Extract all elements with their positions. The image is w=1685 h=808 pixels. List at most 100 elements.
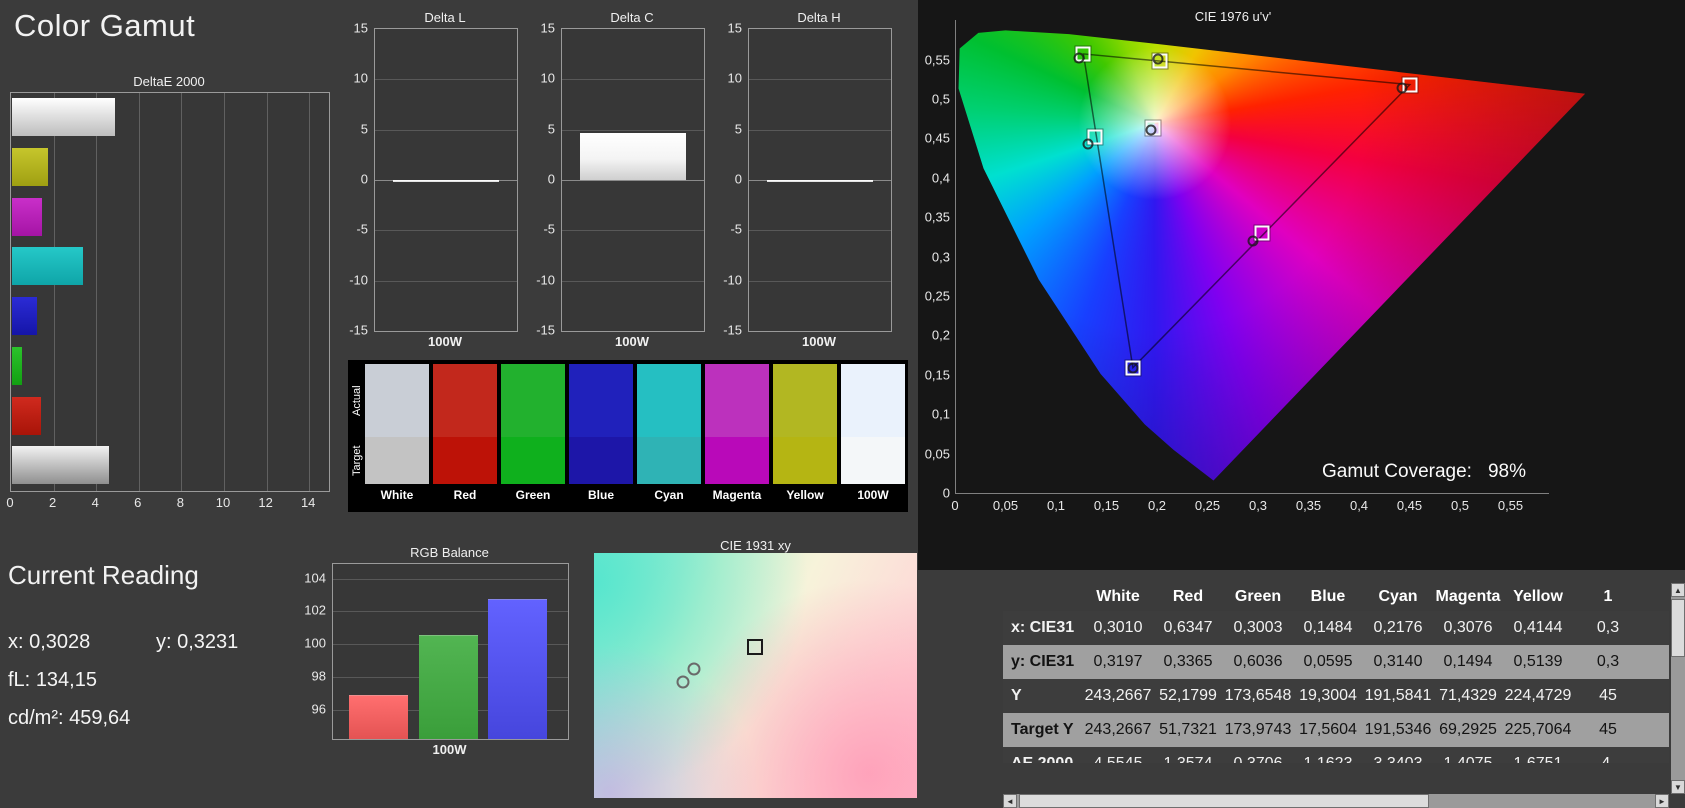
table-header-cell: Blue xyxy=(1293,588,1363,606)
table-cell: 0,3706 xyxy=(1223,755,1293,763)
swatch-actual xyxy=(705,364,769,437)
table-cell: 69,2925 xyxy=(1433,721,1503,739)
swatch-actual xyxy=(501,364,565,437)
reading-cd-value: 459,64 xyxy=(69,707,130,729)
deltae-x-tick: 4 xyxy=(92,495,99,510)
swatch-actual xyxy=(773,364,837,437)
delta-gridline xyxy=(562,79,704,80)
rgb-yaxis: 1041021009896 xyxy=(300,563,328,738)
delta-gridline xyxy=(562,281,704,282)
swatch-label: Magenta xyxy=(705,484,769,506)
table-cell: 71,4329 xyxy=(1433,687,1503,705)
delta-chart-1: Delta L151050-5-10-15100W xyxy=(346,2,516,354)
cie76-x-axis-line xyxy=(955,493,1549,494)
delta-chart-plot xyxy=(374,28,518,332)
scroll-up-icon[interactable]: ▲ xyxy=(1671,583,1685,597)
vertical-scroll-track[interactable] xyxy=(1671,597,1685,780)
table-cell: 3,3403 xyxy=(1363,755,1433,763)
table-cell: 51,7321 xyxy=(1153,721,1223,739)
scroll-right-icon[interactable]: ► xyxy=(1655,794,1669,808)
table-cell: 4,5545 xyxy=(1083,755,1153,763)
delta-y-tick: 10 xyxy=(728,71,742,86)
table-cell: 0,3197 xyxy=(1083,653,1153,671)
delta-y-tick: -5 xyxy=(730,222,742,237)
table-cell: 0,3 xyxy=(1573,653,1643,671)
cie76-markers xyxy=(955,20,1612,493)
table-cell: 0,6036 xyxy=(1223,653,1293,671)
horizontal-scroll-thumb[interactable] xyxy=(1019,794,1429,808)
rgb-plot xyxy=(332,563,569,740)
table-row[interactable]: y: CIE310,31970,33650,60360,05950,31400,… xyxy=(1003,645,1669,679)
swatch-actual xyxy=(365,364,429,437)
delta-y-tick: 0 xyxy=(548,172,555,187)
swatch-target xyxy=(705,437,769,484)
swatch-label: White xyxy=(365,484,429,506)
delta-chart-plot xyxy=(748,28,892,332)
deltae-bar-cyan xyxy=(12,247,83,285)
table-cell: 0,3010 xyxy=(1083,619,1153,637)
table-row-label: y: CIE31 xyxy=(1003,653,1083,671)
swatch-target xyxy=(773,437,837,484)
delta-gridline xyxy=(562,180,704,181)
table-cell: 0,3365 xyxy=(1153,653,1223,671)
table-vertical-scrollbar[interactable]: ▲ ▼ xyxy=(1671,583,1685,794)
cie76-y-axis-line xyxy=(955,20,956,494)
cie31-measure-dot xyxy=(688,662,701,675)
table-row[interactable]: Y243,266752,1799173,654819,3004191,58417… xyxy=(1003,679,1669,713)
delta-chart-2: Delta C151050-5-10-15100W xyxy=(533,2,703,354)
table-row[interactable]: Target Y243,266751,7321173,974317,560419… xyxy=(1003,713,1669,747)
vertical-scroll-thumb[interactable] xyxy=(1671,599,1685,657)
cie76-y-tick: 0,4 xyxy=(918,170,950,185)
cie76-x-tick: 0,1 xyxy=(1047,498,1065,513)
delta-chart-xlabel: 100W xyxy=(748,334,890,349)
deltae-x-tick: 6 xyxy=(134,495,141,510)
table-cell: 1,6751 xyxy=(1503,755,1573,763)
cie76-y-tick: 0,1 xyxy=(918,407,950,422)
delta-gridline xyxy=(375,230,517,231)
reading-y-label: y: xyxy=(156,631,172,653)
delta-gridline xyxy=(562,130,704,131)
swatch-target xyxy=(501,437,565,484)
reading-y: y: 0,3231 xyxy=(156,631,238,654)
scroll-down-icon[interactable]: ▼ xyxy=(1671,780,1685,794)
delta-y-tick: 10 xyxy=(354,71,368,86)
cie76-y-tick: 0,5 xyxy=(918,92,950,107)
gamut-measure-dot xyxy=(1074,52,1085,63)
cie76-x-tick: 0,4 xyxy=(1350,498,1368,513)
cie31-title: CIE 1931 xy xyxy=(594,538,917,553)
delta-y-tick: 5 xyxy=(361,121,368,136)
deltae-gridline xyxy=(54,93,55,491)
measurement-table: WhiteRedGreenBlueCyanMagentaYellow1 x: C… xyxy=(1003,583,1669,763)
reading-y-value: 0,3231 xyxy=(177,631,238,653)
swatch-label: Red xyxy=(433,484,497,506)
table-cell: 224,4729 xyxy=(1503,687,1573,705)
table-cell: 0,0595 xyxy=(1293,653,1363,671)
delta-y-tick: -15 xyxy=(536,323,555,338)
page-title: Color Gamut xyxy=(14,8,195,44)
swatch-column-cyan: Cyan xyxy=(637,364,701,506)
swatch-target xyxy=(637,437,701,484)
swatch-column-magenta: Magenta xyxy=(705,364,769,506)
scroll-left-icon[interactable]: ◄ xyxy=(1003,794,1017,808)
gamut-coverage: Gamut Coverage:98% xyxy=(1322,461,1526,483)
cie76-x-tick: 0,3 xyxy=(1249,498,1267,513)
table-horizontal-scrollbar[interactable]: ◄ ► xyxy=(1003,794,1669,808)
delta-gridline xyxy=(749,79,891,80)
swatch-column-yellow: Yellow xyxy=(773,364,837,506)
delta-gridline xyxy=(749,130,891,131)
cie76-x-tick: 0,05 xyxy=(993,498,1018,513)
rgb-gridline xyxy=(333,579,568,580)
swatch-label: Green xyxy=(501,484,565,506)
table-row[interactable]: x: CIE310,30100,63470,30030,14840,21760,… xyxy=(1003,611,1669,645)
table-cell: 17,5604 xyxy=(1293,721,1363,739)
horizontal-scroll-track[interactable] xyxy=(1017,794,1655,808)
rgb-bar-blue xyxy=(488,599,547,739)
cie76-panel: CIE 1976 u'v' 00,050,10,150,20,250,30,35… xyxy=(918,0,1685,570)
table-header-row: WhiteRedGreenBlueCyanMagentaYellow1 xyxy=(1003,583,1669,611)
rgb-balance-title: RGB Balance xyxy=(332,545,567,560)
swatch-row-label: Actual xyxy=(349,364,365,437)
delta-y-tick: 15 xyxy=(354,21,368,36)
table-cell: 243,2667 xyxy=(1083,687,1153,705)
delta-y-tick: -15 xyxy=(349,323,368,338)
table-row[interactable]: ΔE 20004,55451,35740,37061,16233,34031,4… xyxy=(1003,747,1669,763)
